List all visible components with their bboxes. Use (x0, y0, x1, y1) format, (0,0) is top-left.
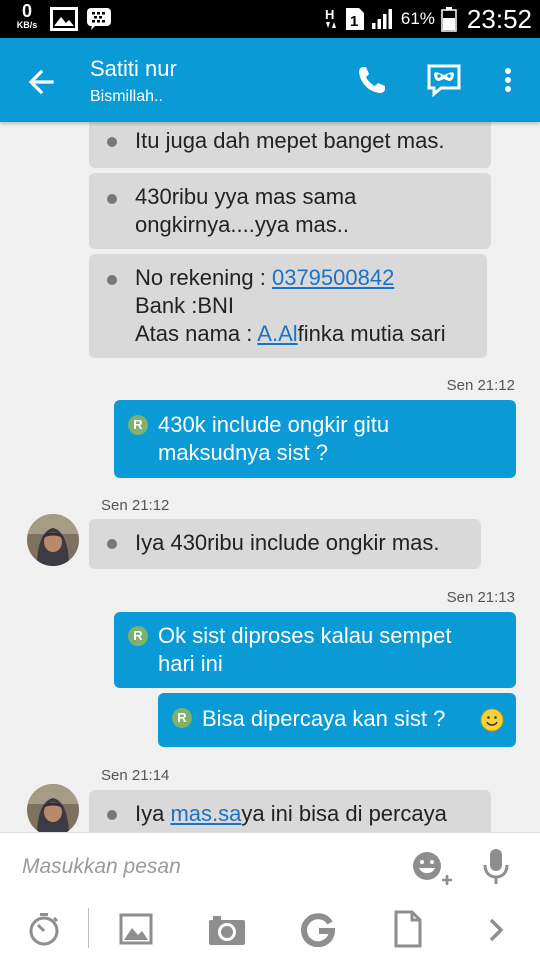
read-badge: R (128, 626, 148, 646)
message-text: Bisa dipercaya kan sist ? (202, 706, 446, 731)
contact-status: Bismillah.. (90, 88, 163, 105)
image-icon[interactable] (118, 911, 154, 947)
message-text: Atas nama : (135, 321, 258, 346)
arrow-left-icon[interactable] (22, 62, 62, 102)
outgoing-message[interactable]: R Ok sist diproses kalau sempet hari ini (114, 612, 516, 688)
camera-icon[interactable] (207, 913, 247, 947)
bbm-notification-icon (87, 8, 111, 30)
incoming-message[interactable]: 430ribu yya mas sama ongkirnya....yya ma… (89, 173, 491, 249)
signal-icon (371, 9, 392, 29)
timer-icon[interactable] (26, 911, 62, 947)
message-line: Atas nama : A.Alfinka mutia sari (135, 320, 473, 348)
timestamp: Sen 21:12 (446, 377, 515, 394)
bullet-dot (107, 137, 117, 147)
mic-icon[interactable] (480, 847, 512, 887)
phone-link[interactable]: 0379500842 (272, 265, 394, 290)
message-text: Iya 430ribu include ongkir mas. (135, 530, 440, 555)
timestamp: Sen 21:12 (101, 497, 170, 514)
image-notification-icon (50, 7, 78, 31)
incoming-message[interactable]: Itu juga dah mepet banget mas. (89, 122, 491, 168)
incoming-message[interactable]: No rekening : 0379500842 Bank :BNI Atas … (89, 254, 487, 358)
sim-icon: 1 (345, 8, 364, 30)
chevron-right-icon[interactable] (484, 915, 508, 945)
message-text: No rekening : (135, 265, 272, 290)
bullet-dot (107, 275, 117, 285)
outgoing-message[interactable]: R 430k include ongkir gitu maksudnya sis… (114, 400, 516, 478)
message-text: Iya (135, 801, 171, 826)
g-icon[interactable] (300, 911, 336, 947)
more-vert-icon[interactable] (488, 60, 528, 100)
contact-photo (27, 784, 79, 832)
message-line: No rekening : 0379500842 (135, 264, 473, 292)
message-line: ongkirnya....yya mas.. (135, 212, 349, 237)
message-line: Bank :BNI (135, 293, 235, 318)
emoji-add-icon[interactable] (410, 849, 454, 885)
avatar[interactable] (27, 784, 79, 832)
app-bar: Satiti nur Bismillah.. (0, 38, 540, 122)
contact-photo (27, 514, 79, 566)
clock: 23:52 (466, 3, 532, 34)
bullet-dot (107, 539, 117, 549)
message-line: maksudnya sist ? (158, 440, 328, 465)
hspa-icon: H (325, 7, 336, 28)
toolbar-divider (88, 908, 89, 948)
svg-text:H: H (325, 7, 334, 22)
read-badge: R (128, 415, 148, 435)
composer (0, 832, 540, 960)
phone-icon[interactable] (352, 60, 392, 100)
battery-icon (441, 7, 457, 32)
message-line: hari ini (158, 651, 223, 676)
status-bar: 0 KB/s H 1 61% 23:52 (0, 0, 540, 38)
battery-percent: 61% (400, 9, 435, 28)
status-right: H 1 61% 23:52 (323, 0, 532, 38)
bullet-dot (107, 810, 117, 820)
message-input[interactable] (22, 849, 382, 885)
avatar[interactable] (27, 514, 79, 566)
incoming-message[interactable]: Iya 430ribu include ongkir mas. (89, 519, 481, 569)
web-link[interactable]: A.Al (257, 321, 297, 346)
net-speed-unit: KB/s (16, 20, 38, 30)
message-line: Ok sist diproses kalau sempet (158, 623, 452, 648)
mask-chat-icon[interactable] (424, 60, 464, 100)
message-list[interactable]: Itu juga dah mepet banget mas. 430ribu y… (0, 122, 540, 832)
smiley-emoji-icon (480, 708, 504, 732)
message-text: finka mutia sari (297, 321, 446, 346)
message-line: 430ribu yya mas sama (135, 184, 357, 209)
incoming-message[interactable]: Iya mas.saya ini bisa di percaya (89, 790, 491, 832)
web-link[interactable]: mas.sa (170, 801, 241, 826)
outgoing-message[interactable]: R Bisa dipercaya kan sist ? (158, 693, 516, 747)
message-text: Itu juga dah mepet banget mas. (135, 128, 445, 153)
timestamp: Sen 21:14 (101, 767, 170, 784)
message-text: ya ini bisa di percaya (241, 801, 447, 826)
net-speed-value: 0 (21, 1, 32, 21)
sim-label: 1 (350, 13, 358, 30)
net-speed: 0 KB/s (10, 2, 44, 30)
bullet-dot (107, 194, 117, 204)
message-line: 430k include ongkir gitu (158, 412, 390, 437)
read-badge: R (172, 708, 192, 728)
contact-name[interactable]: Satiti nur (90, 56, 177, 82)
timestamp: Sen 21:13 (446, 589, 515, 606)
file-icon[interactable] (392, 909, 424, 949)
